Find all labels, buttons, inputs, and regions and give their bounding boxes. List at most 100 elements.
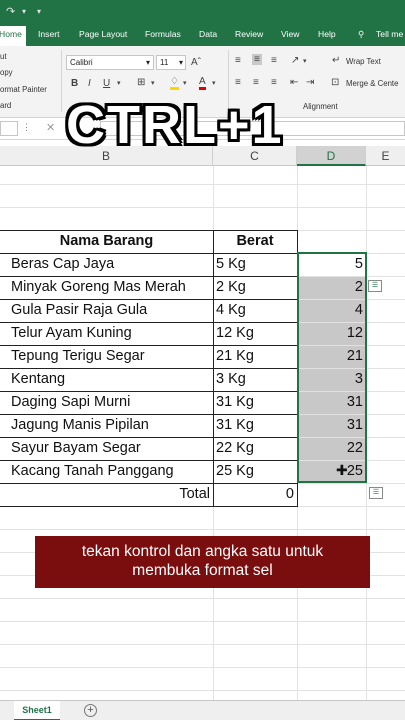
gridline (0, 644, 405, 645)
caption-line-2: membuka format sel (132, 562, 273, 579)
cell-berat[interactable]: 5 Kg (213, 253, 297, 276)
chevron-down-icon: ▾ (145, 58, 150, 67)
name-box[interactable] (0, 121, 18, 136)
borders-icon[interactable]: ⊞ (137, 77, 145, 88)
increase-font-icon[interactable]: Aˆ (191, 57, 201, 68)
chevron-down-icon[interactable]: ▾ (22, 7, 26, 16)
font-color-icon[interactable]: A (199, 76, 206, 90)
redo-icon[interactable]: ↷ (6, 5, 15, 18)
table-border (0, 253, 297, 254)
chevron-down-icon[interactable]: ▾ (303, 57, 307, 65)
tab-help[interactable]: Help (318, 29, 336, 39)
tab-page-layout[interactable]: Page Layout (79, 29, 127, 39)
tab-home[interactable]: Home (0, 26, 26, 46)
merge-center-button[interactable]: Merge & Cente (346, 79, 398, 88)
lightbulb-icon: ⚲ (358, 29, 365, 39)
align-bottom-icon[interactable]: ≡ (271, 55, 277, 66)
cell-nama-barang[interactable]: Beras Cap Jaya (0, 253, 213, 276)
align-center-icon[interactable]: ≡ (253, 77, 259, 88)
tab-formulas[interactable]: Formulas (145, 29, 181, 39)
chevron-down-icon[interactable]: ▾ (183, 79, 187, 87)
cancel-icon[interactable]: ✕ (46, 121, 55, 134)
tab-view[interactable]: View (281, 29, 299, 39)
customize-toolbar-icon[interactable]: ▾ (37, 7, 41, 16)
title-bar: ↷ ▾ ▾ (0, 0, 405, 25)
table-border (0, 437, 297, 438)
caption-box: tekan kontrol dan angka satu untuk membu… (35, 536, 370, 588)
chevron-down-icon[interactable]: ▾ (151, 79, 155, 87)
shortcut-overlay: CTRL+1 (66, 95, 284, 155)
bold-icon[interactable]: B (71, 78, 78, 89)
chevron-down-icon[interactable]: ⋮ (22, 122, 31, 133)
header-berat[interactable]: Berat (213, 230, 297, 253)
align-left-icon[interactable]: ≡ (235, 77, 241, 88)
tell-me-search[interactable]: Tell me (376, 29, 403, 39)
add-sheet-icon[interactable]: + (84, 704, 97, 717)
cell-berat[interactable]: 31 Kg (213, 391, 297, 414)
cell-berat[interactable]: 12 Kg (213, 322, 297, 345)
align-middle-icon[interactable]: ≡ (252, 54, 262, 65)
copy-button[interactable]: opy (0, 68, 13, 77)
sheet-tab-sheet1[interactable]: Sheet1 (14, 701, 60, 720)
cut-button[interactable]: ut (0, 52, 7, 61)
gridline (0, 184, 405, 185)
worksheet-grid[interactable]: Nama Barang Berat Beras Cap Jaya 5 Kg 5 Minya… (0, 166, 405, 714)
wrap-text-button[interactable]: Wrap Text (346, 57, 381, 66)
total-label[interactable]: Total (0, 483, 213, 506)
cell-nama-barang[interactable]: Kacang Tanah Panggang (0, 460, 213, 483)
caption-line-1: tekan kontrol dan angka satu untuk (81, 543, 324, 560)
increase-indent-icon[interactable]: ⇥ (306, 77, 314, 88)
align-right-icon[interactable]: ≡ (271, 77, 277, 88)
gridline (0, 667, 405, 668)
table-border (0, 460, 297, 461)
excel-window: ↷ ▾ ▾ Home Insert Page Layout Formulas D… (0, 0, 405, 720)
tab-review[interactable]: Review (235, 29, 263, 39)
paste-options-icon[interactable]: ☰ (368, 280, 382, 292)
italic-icon[interactable]: I (88, 78, 91, 89)
table-border (0, 506, 297, 507)
cursor-icon: ✚ (336, 462, 348, 478)
fill-color-icon[interactable]: ♢ (170, 76, 179, 90)
tab-data[interactable]: Data (199, 29, 217, 39)
font-name-select[interactable]: Calibri ▾ (66, 55, 154, 70)
merge-center-icon: ⊡ (331, 77, 340, 88)
gridline (0, 529, 405, 530)
clipboard-group-label: ard (0, 101, 12, 110)
table-border (0, 368, 297, 369)
cell-nama-barang[interactable]: Sayur Bayam Segar (0, 437, 213, 460)
tab-insert[interactable]: Insert (38, 29, 60, 39)
chevron-down-icon: ▾ (178, 58, 183, 67)
table-border (0, 299, 297, 300)
chevron-down-icon[interactable]: ▾ (117, 79, 121, 87)
cell-berat[interactable]: 22 Kg (213, 437, 297, 460)
font-size-select[interactable]: 11 ▾ (156, 55, 186, 70)
total-value[interactable]: 0 (213, 483, 297, 506)
cell-berat[interactable]: 2 Kg (213, 276, 297, 299)
cell-berat[interactable]: 3 Kg (213, 368, 297, 391)
cell-nama-barang[interactable]: Gula Pasir Raja Gula (0, 299, 213, 322)
quick-analysis-icon[interactable]: ☰ (369, 487, 383, 499)
cell-berat[interactable]: 25 Kg (213, 460, 297, 483)
chevron-down-icon[interactable]: ▾ (212, 79, 216, 87)
underline-icon[interactable]: U (103, 78, 110, 89)
header-nama-barang[interactable]: Nama Barang (0, 230, 213, 253)
column-header-e[interactable]: E (366, 146, 405, 166)
cell-nama-barang[interactable]: Tepung Terigu Segar (0, 345, 213, 368)
format-painter-button[interactable]: ormat Painter (0, 85, 47, 94)
cell-berat[interactable]: 4 Kg (213, 299, 297, 322)
decrease-indent-icon[interactable]: ⇤ (290, 77, 298, 88)
cell-nama-barang[interactable]: Minyak Goreng Mas Merah (0, 276, 213, 299)
align-top-icon[interactable]: ≡ (235, 55, 241, 66)
cell-berat[interactable]: 21 Kg (213, 345, 297, 368)
orientation-icon[interactable]: ↗ (291, 55, 299, 66)
ribbon-separator (61, 50, 62, 112)
font-size-value: 11 (160, 58, 169, 67)
table-border (0, 322, 297, 323)
cell-nama-barang[interactable]: Telur Ayam Kuning (0, 322, 213, 345)
cell-nama-barang[interactable]: Jagung Manis Pipilan (0, 414, 213, 437)
cell-nama-barang[interactable]: Kentang (0, 368, 213, 391)
cell-berat[interactable]: 31 Kg (213, 414, 297, 437)
cell-nama-barang[interactable]: Daging Sapi Murni (0, 391, 213, 414)
font-name-value: Calibri (70, 58, 93, 67)
gridline (0, 690, 405, 691)
